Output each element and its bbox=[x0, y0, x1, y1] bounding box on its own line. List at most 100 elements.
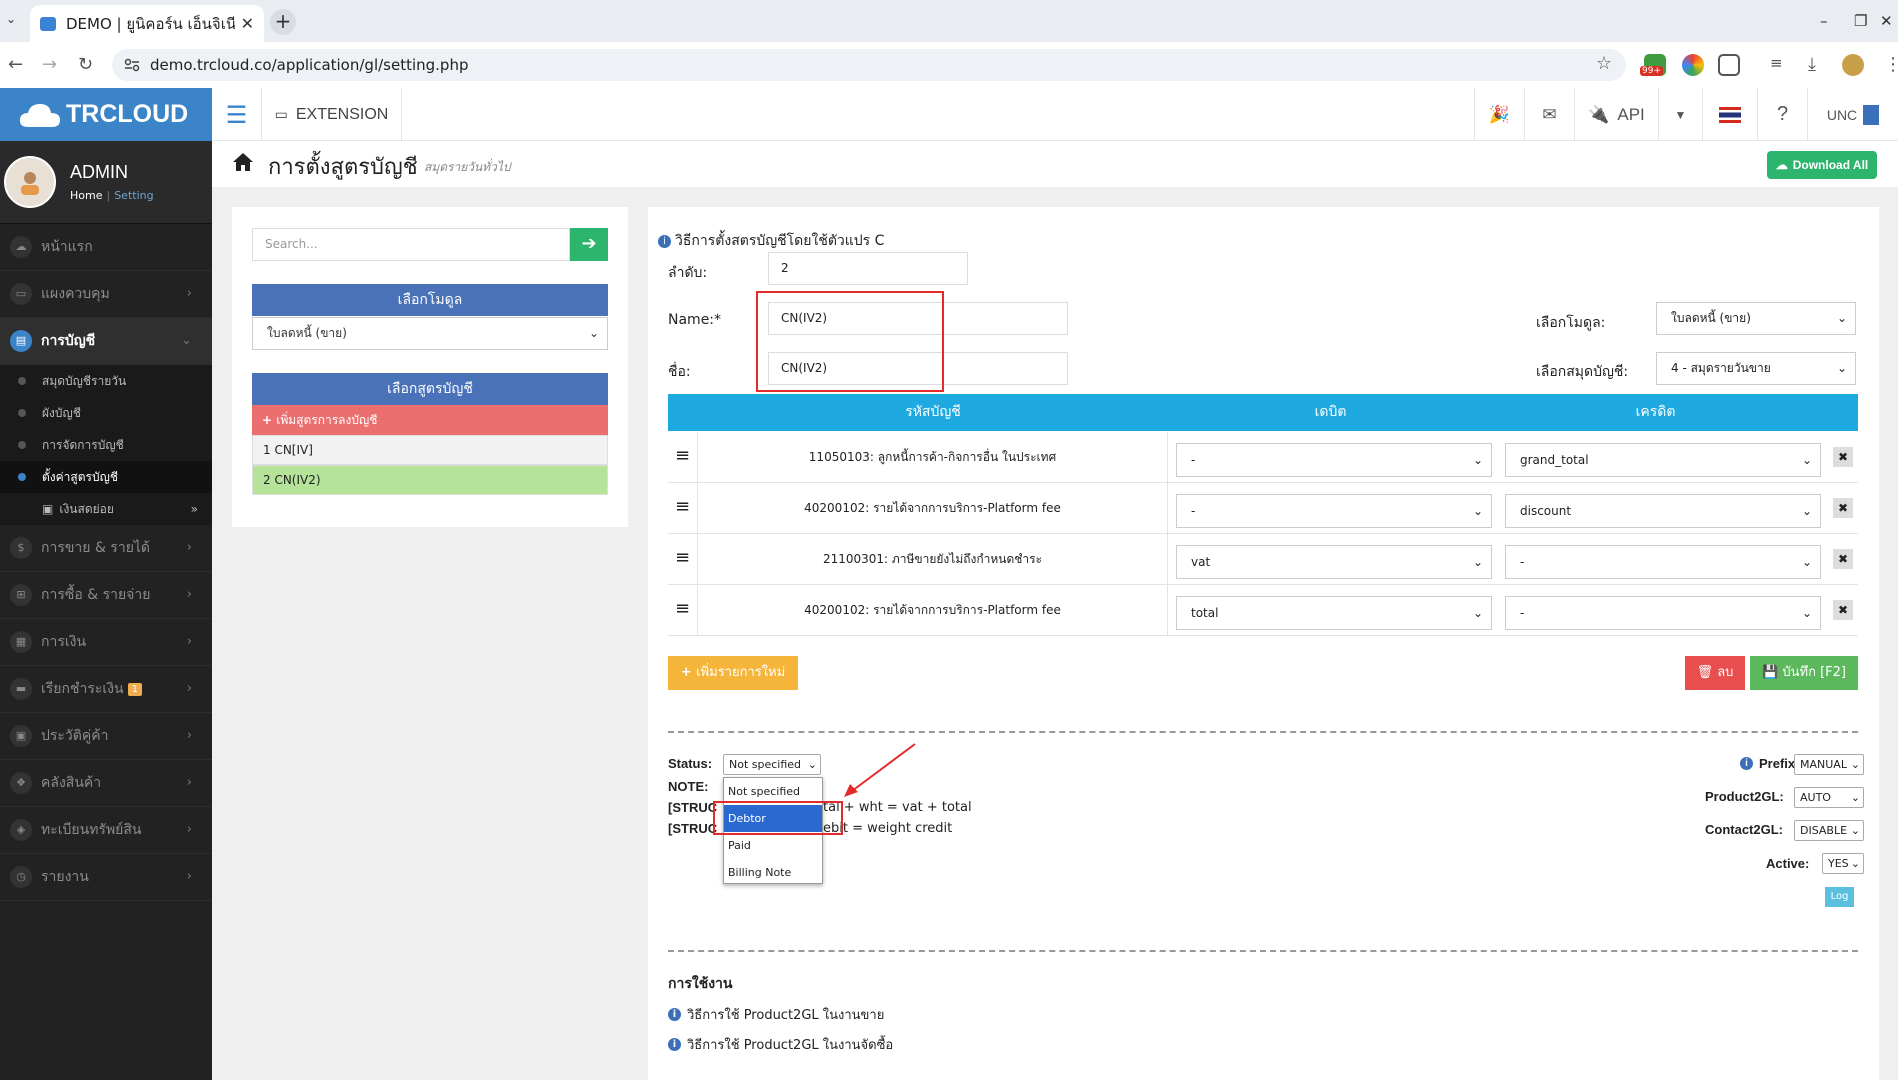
sidebar-sub-petty-cash[interactable]: ▣ เงินสดย่อย » bbox=[0, 493, 212, 525]
trcloud-logo[interactable]: TRCLOUD bbox=[0, 88, 212, 141]
breadcrumb-home[interactable]: Home bbox=[70, 189, 102, 202]
sidebar-sub-chart-of-accounts[interactable]: ผังบัญชี bbox=[0, 397, 212, 429]
avatar[interactable] bbox=[4, 156, 56, 208]
extension-button[interactable]: ▭ EXTENSION bbox=[262, 88, 402, 141]
sidebar-item-inventory[interactable]: ❖ คลังสินค้า › bbox=[0, 760, 212, 807]
remove-row-icon[interactable]: ✖ bbox=[1833, 549, 1853, 569]
double-chevron-icon: » bbox=[190, 502, 198, 516]
module-select[interactable]: ใบลดหนี้ (ขาย) ⌄ bbox=[252, 317, 608, 350]
debit-value: vat bbox=[1191, 555, 1211, 569]
company-button[interactable]: UNC bbox=[1807, 88, 1898, 141]
reload-icon[interactable]: ↻ bbox=[78, 54, 93, 75]
save-button[interactable]: 💾 บันทึก [F2] bbox=[1750, 656, 1858, 690]
download-all-button[interactable]: ☁ Download All bbox=[1767, 151, 1877, 179]
product2gl-select[interactable]: AUTO ⌄ bbox=[1794, 787, 1864, 808]
formula-item-selected[interactable]: 2 CN(IV2) bbox=[252, 465, 608, 495]
sidebar-item-contacts[interactable]: ▣ ประวัติคู่ค้า › bbox=[0, 713, 212, 760]
sidebar-sub-formula-setting[interactable]: ตั้งค่าสูตรบัญชี bbox=[0, 461, 212, 493]
status-option[interactable]: Billing Note bbox=[724, 859, 822, 886]
new-tab-button[interactable]: + bbox=[270, 9, 296, 35]
usage-link-text: วิธีการใช้ Product2GL ในงานจัดซื้อ bbox=[687, 1038, 894, 1053]
puzzle-extensions-icon[interactable] bbox=[1718, 54, 1740, 76]
search-input[interactable]: Search... bbox=[252, 228, 570, 261]
log-button[interactable]: Log bbox=[1825, 887, 1854, 907]
delete-button[interactable]: 🗑 ลบ bbox=[1685, 656, 1745, 690]
menu-toggle-icon[interactable]: ☰ bbox=[212, 88, 262, 141]
close-tab-icon[interactable]: ✕ bbox=[241, 14, 254, 33]
debit-select[interactable]: - ⌄ bbox=[1176, 494, 1492, 528]
sidebar-item-finance[interactable]: ▦ การเงิน › bbox=[0, 619, 212, 666]
color-extension-icon[interactable] bbox=[1682, 54, 1704, 76]
usage-link-sales[interactable]: i วิธีการใช้ Product2GL ในงานขาย bbox=[668, 1004, 884, 1025]
forward-icon[interactable]: → bbox=[42, 54, 57, 75]
thai-flag-icon[interactable] bbox=[1702, 88, 1757, 141]
sidebar-sub-journal[interactable]: สมุดบัญชีรายวัน bbox=[0, 365, 212, 397]
debit-select[interactable]: vat ⌄ bbox=[1176, 545, 1492, 579]
sidebar-item-billing[interactable]: ▬ เรียกชำระเงิน 1 › bbox=[0, 666, 212, 713]
chevron-down-icon: ⌄ bbox=[807, 758, 817, 771]
order-input[interactable]: 2 bbox=[768, 252, 968, 285]
usage-link-purchase[interactable]: i วิธีการใช้ Product2GL ในงานจัดซื้อ bbox=[668, 1034, 893, 1055]
restore-icon[interactable]: ❐ bbox=[1854, 12, 1867, 30]
debit-select[interactable]: - ⌄ bbox=[1176, 443, 1492, 477]
sidebar-item-purchase[interactable]: ⊞ การซื้อ & รายจ่าย › bbox=[0, 572, 212, 619]
add-row-button[interactable]: + เพิ่มรายการใหม่ bbox=[668, 656, 798, 690]
module-header: เลือกโมดูล bbox=[252, 284, 608, 316]
credit-select[interactable]: grand_total ⌄ bbox=[1505, 443, 1821, 477]
extension-badge: 99+ bbox=[1640, 66, 1663, 76]
debit-select[interactable]: total ⌄ bbox=[1176, 596, 1492, 630]
annotation-arrow bbox=[844, 743, 916, 797]
sidebar-item-dashboard[interactable]: ▭ แผงควบคุม › bbox=[0, 271, 212, 318]
help-icon[interactable]: ? bbox=[1757, 88, 1807, 141]
journal-dropdown[interactable]: 4 - สมุดรายวันขาย ⌄ bbox=[1656, 352, 1856, 385]
drag-handle-icon[interactable]: ≡ bbox=[668, 585, 698, 635]
remove-row-icon[interactable]: ✖ bbox=[1833, 498, 1853, 518]
status-option[interactable]: Paid bbox=[724, 832, 822, 859]
credit-select[interactable]: discount ⌄ bbox=[1505, 494, 1821, 528]
credit-select[interactable]: - ⌄ bbox=[1505, 545, 1821, 579]
mail-icon[interactable]: ✉ bbox=[1524, 88, 1574, 141]
sidebar-item-sales[interactable]: $ การขาย & รายได้ › bbox=[0, 525, 212, 572]
remove-row-icon[interactable]: ✖ bbox=[1833, 447, 1853, 467]
remove-row-icon[interactable]: ✖ bbox=[1833, 600, 1853, 620]
url-bar[interactable]: demo.trcloud.co/application/gl/setting.p… bbox=[112, 49, 1626, 81]
sidebar-item-home[interactable]: ☁ หน้าแรก bbox=[0, 224, 212, 271]
browser-menu-icon[interactable]: ⋮ bbox=[1884, 54, 1898, 75]
reading-list-icon[interactable]: ≡ bbox=[1770, 54, 1783, 72]
back-icon[interactable]: ← bbox=[8, 54, 23, 75]
caret-down-icon[interactable]: ▼ bbox=[1658, 88, 1702, 141]
sidebar-item-reports[interactable]: ◷ รายงาน › bbox=[0, 854, 212, 901]
close-window-icon[interactable]: ✕ bbox=[1880, 12, 1893, 30]
module-dropdown[interactable]: ใบลดหนี้ (ขาย) ⌄ bbox=[1656, 302, 1856, 335]
search-arrow-button[interactable]: ➔ bbox=[570, 228, 608, 261]
bookmark-star-icon[interactable]: ☆ bbox=[1596, 53, 1612, 74]
drag-handle-icon[interactable]: ≡ bbox=[668, 483, 698, 533]
minimize-icon[interactable]: – bbox=[1820, 12, 1828, 30]
download-icon[interactable]: ⤓ bbox=[1808, 54, 1816, 75]
site-info-icon[interactable] bbox=[124, 58, 140, 72]
drag-handle-icon[interactable]: ≡ bbox=[668, 432, 698, 482]
api-button[interactable]: 🔌 API bbox=[1574, 88, 1658, 141]
info-link[interactable]: i วิธีการตั้งสตรบัญชีโดยใช้ตัวแปร C bbox=[658, 230, 884, 252]
prefix-select[interactable]: MANUAL ⌄ bbox=[1794, 754, 1864, 775]
contact2gl-select[interactable]: DISABLE ⌄ bbox=[1794, 820, 1864, 841]
url-text: demo.trcloud.co/application/gl/setting.p… bbox=[150, 56, 469, 74]
journal-label: เลือกสมุดบัญชี: bbox=[1536, 364, 1629, 380]
add-formula-button[interactable]: + เพิ่มสูตรการลงบัญชี bbox=[252, 405, 608, 435]
browser-tab[interactable]: DEMO | ยูนิคอร์น เอ็นจิเนี ✕ bbox=[30, 5, 264, 42]
formula-item[interactable]: 1 CN[IV] bbox=[252, 435, 608, 465]
sidebar-item-accounting[interactable]: ▤ การบัญชี ⌄ bbox=[0, 318, 212, 365]
breadcrumb-current[interactable]: Setting bbox=[114, 189, 153, 202]
profile-avatar-icon[interactable] bbox=[1842, 54, 1864, 76]
struct-label-1: [STRUC bbox=[668, 800, 718, 815]
status-select[interactable]: Not specified ⌄ bbox=[723, 754, 821, 775]
info-icon[interactable]: i bbox=[1740, 757, 1753, 770]
party-icon[interactable]: 🎉 bbox=[1474, 88, 1524, 141]
home-icon[interactable] bbox=[232, 152, 254, 172]
active-select[interactable]: YES ⌄ bbox=[1822, 853, 1864, 874]
drag-handle-icon[interactable]: ≡ bbox=[668, 534, 698, 584]
sidebar-item-assets[interactable]: ◈ ทะเบียนทรัพย์สิน › bbox=[0, 807, 212, 854]
sidebar-sub-account-management[interactable]: การจัดการบัญชี bbox=[0, 429, 212, 461]
tab-list-chevron-icon[interactable]: ⌄ bbox=[6, 12, 16, 26]
credit-select[interactable]: - ⌄ bbox=[1505, 596, 1821, 630]
